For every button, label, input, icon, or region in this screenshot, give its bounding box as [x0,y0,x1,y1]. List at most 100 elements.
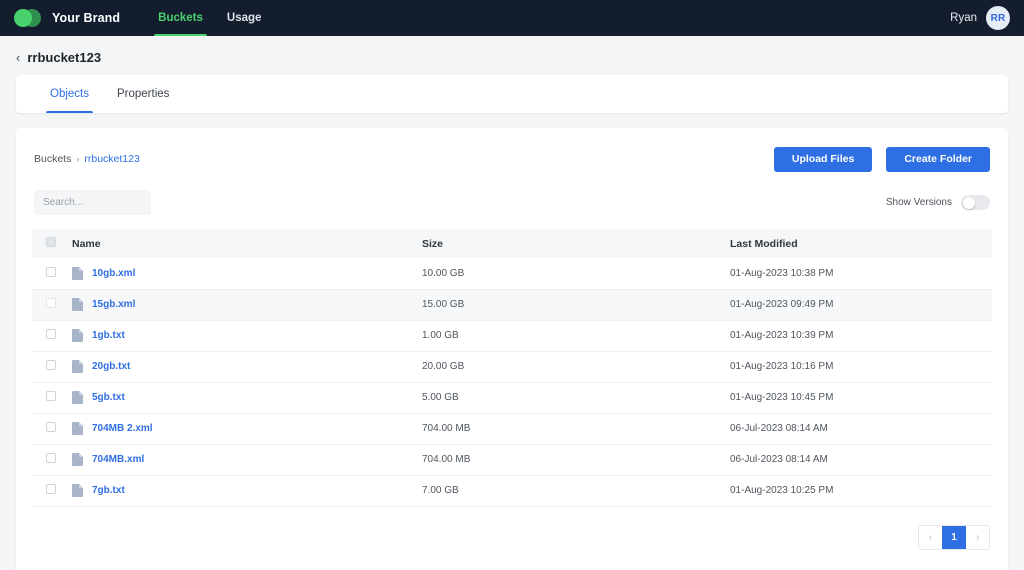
select-all-header [32,229,72,258]
file-name-link[interactable]: 7gb.txt [92,485,125,496]
file-name-link[interactable]: 704MB 2.xml [92,423,153,434]
nav-item-usage[interactable]: Usage [215,0,274,36]
file-name-link[interactable]: 20gb.txt [92,361,130,372]
file-icon [72,391,83,404]
row-select-cell [32,320,72,352]
row-modified-cell: 01-Aug-2023 10:25 PM [730,475,992,507]
table-row[interactable]: 704MB 2.xml 704.00 MB 06-Jul-2023 08:14 AM [32,413,992,445]
pagination-row: ‹ 1 › [32,524,992,550]
tab-objects[interactable]: Objects [36,75,103,113]
user-menu[interactable]: Ryan RR [950,6,1010,30]
row-checkbox[interactable] [46,453,56,463]
avatar[interactable]: RR [986,6,1010,30]
row-select-cell [32,382,72,414]
tab-properties[interactable]: Properties [103,75,183,113]
brand[interactable]: Your Brand [14,8,120,28]
row-checkbox[interactable] [46,329,56,339]
pagination-next-button[interactable]: › [966,525,989,549]
breadcrumb: Buckets › rrbucket123 [34,153,140,165]
nav-item-buckets[interactable]: Buckets [146,0,215,36]
table-row[interactable]: 7gb.txt 7.00 GB 01-Aug-2023 10:25 PM [32,475,992,507]
table-row[interactable]: 1gb.txt 1.00 GB 01-Aug-2023 10:39 PM [32,320,992,352]
row-name-cell: 20gb.txt [72,351,422,383]
row-name-cell: 15gb.xml [72,289,422,321]
back-chevron-icon[interactable]: ‹ [16,51,20,64]
upload-files-button[interactable]: Upload Files [773,146,873,172]
row-size-cell: 10.00 GB [422,258,730,290]
row-name-cell: 7gb.txt [72,475,422,507]
file-name-link[interactable]: 15gb.xml [92,299,135,310]
row-select-cell [32,258,72,290]
breadcrumb-separator-icon: › [76,154,80,164]
breadcrumb-root[interactable]: Buckets [34,153,71,165]
page-header: ‹ rrbucket123 [0,36,1024,75]
row-select-cell [32,351,72,383]
table-row[interactable]: 15gb.xml 15.00 GB 01-Aug-2023 09:49 PM [32,289,992,321]
row-select-cell [32,289,72,321]
row-checkbox[interactable] [46,391,56,401]
show-versions-label: Show Versions [885,197,952,208]
row-checkbox[interactable] [46,298,56,308]
row-size-cell: 7.00 GB [422,475,730,507]
file-icon [72,266,83,280]
row-name-cell: 1gb.txt [72,320,422,352]
brand-logo-icon [14,8,44,28]
column-header-name[interactable]: Name [72,229,422,258]
row-select-cell [32,413,72,445]
file-name-link[interactable]: 10gb.xml [92,268,135,279]
file-name-link[interactable]: 704MB.xml [92,454,144,465]
file-name-link[interactable]: 1gb.txt [92,330,125,341]
search-input[interactable] [34,190,151,215]
objects-table: Name Size Last Modified 10gb.xml 10.00 GB… [32,229,992,507]
row-size-cell: 1.00 GB [422,320,730,352]
row-modified-cell: 01-Aug-2023 10:16 PM [730,351,992,383]
main-nav: Buckets Usage [146,0,273,36]
pagination-prev-button[interactable]: ‹ [919,525,942,549]
pagination: ‹ 1 › [918,524,990,550]
row-size-cell: 20.00 GB [422,351,730,383]
row-checkbox[interactable] [46,360,56,370]
show-versions-toggle[interactable] [961,195,990,210]
table-header-row: Name Size Last Modified [32,229,992,258]
file-name-link[interactable]: 5gb.txt [92,392,125,403]
table-row[interactable]: 5gb.txt 5.00 GB 01-Aug-2023 10:45 PM [32,382,992,414]
file-icon [72,360,83,373]
brand-name: Your Brand [52,11,121,25]
column-header-last-modified[interactable]: Last Modified [730,229,992,258]
row-modified-cell: 01-Aug-2023 09:49 PM [730,289,992,321]
row-select-cell [32,475,72,507]
toolbar-row: Buckets › rrbucket123 Upload Files Creat… [32,144,992,174]
top-navigation-bar: Your Brand Buckets Usage Ryan RR [0,0,1024,36]
row-name-cell: 704MB 2.xml [72,413,422,445]
file-icon [72,453,83,466]
row-modified-cell: 06-Jul-2023 08:14 AM [730,444,992,476]
file-icon [72,329,83,342]
file-icon [72,484,83,497]
table-row[interactable]: 20gb.txt 20.00 GB 01-Aug-2023 10:16 PM [32,351,992,383]
table-body: 10gb.xml 10.00 GB 01-Aug-2023 10:38 PM 15gb… [32,258,992,507]
file-icon [72,422,83,435]
toolbar-actions: Upload Files Create Folder [773,146,990,172]
row-modified-cell: 01-Aug-2023 10:38 PM [730,258,992,290]
row-name-cell: 10gb.xml [72,258,422,290]
table-row[interactable]: 704MB.xml 704.00 MB 06-Jul-2023 08:14 AM [32,444,992,476]
breadcrumb-current[interactable]: rrbucket123 [84,153,139,165]
create-folder-button[interactable]: Create Folder [886,146,990,172]
row-checkbox[interactable] [46,484,56,494]
page-title: rrbucket123 [27,50,102,65]
row-size-cell: 5.00 GB [422,382,730,414]
row-name-cell: 5gb.txt [72,382,422,414]
column-header-size[interactable]: Size [422,229,730,258]
select-all-checkbox[interactable] [46,237,56,247]
row-checkbox[interactable] [46,266,56,277]
filter-row: Show Versions [32,190,992,215]
objects-panel: Buckets › rrbucket123 Upload Files Creat… [16,128,1008,570]
file-icon [72,298,83,311]
row-name-cell: 704MB.xml [72,444,422,476]
row-modified-cell: 01-Aug-2023 10:45 PM [730,382,992,414]
table-row[interactable]: 10gb.xml 10.00 GB 01-Aug-2023 10:38 PM [32,258,992,290]
pagination-page-1[interactable]: 1 [942,525,966,549]
user-name: Ryan [950,12,977,24]
row-size-cell: 15.00 GB [422,289,730,321]
row-checkbox[interactable] [46,422,56,432]
